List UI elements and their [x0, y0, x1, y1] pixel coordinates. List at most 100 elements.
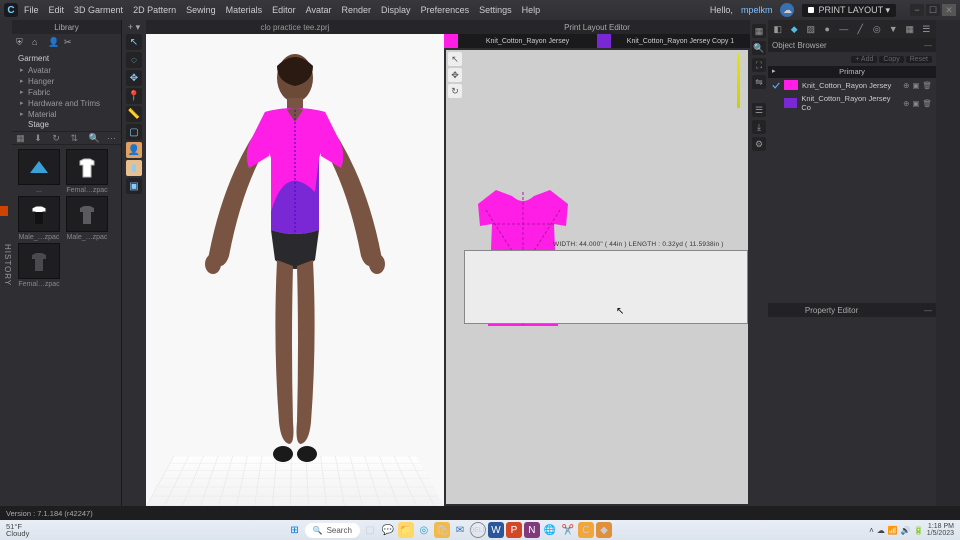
menu-edit[interactable]: Edit	[49, 5, 65, 15]
word-icon[interactable]: W	[488, 522, 504, 538]
menu-file[interactable]: File	[24, 5, 39, 15]
clo-icon[interactable]: C	[578, 522, 594, 538]
task-view-icon[interactable]: ▢	[362, 522, 378, 538]
tree-avatar[interactable]: Avatar	[18, 65, 115, 76]
store-icon[interactable]: 🛍	[434, 522, 450, 538]
mannequin-tool-icon[interactable]: 👤	[126, 142, 142, 158]
tray-battery-icon[interactable]: 🔋	[914, 526, 924, 535]
menu-settings[interactable]: Settings	[479, 5, 512, 15]
print-zoom-icon[interactable]: 🔍	[752, 41, 766, 55]
check-icon[interactable]	[772, 81, 780, 89]
thumb-male-tee-bw[interactable]: Male_…zpac	[16, 196, 62, 241]
tray-chevron-icon[interactable]: ˄	[869, 526, 874, 535]
menu-materials[interactable]: Materials	[226, 5, 263, 15]
history-sidebar[interactable]: HISTORY	[0, 20, 12, 506]
start-button[interactable]: ⊞	[287, 522, 303, 538]
print-rotate-icon[interactable]: ↻	[448, 84, 462, 98]
copy-button[interactable]: Copy	[879, 56, 903, 63]
property-editor-header[interactable]: Property Editor—	[768, 303, 936, 317]
menu-help[interactable]: Help	[522, 5, 541, 15]
download-icon[interactable]: ⬇	[34, 133, 44, 143]
print-flip-icon[interactable]: ⇋	[752, 75, 766, 89]
move-tool-icon[interactable]: ✥	[126, 70, 142, 86]
mode-fabric-icon[interactable]: ◆	[789, 23, 801, 35]
taskbar-clock[interactable]: 1:18 PM1/5/2023	[927, 523, 954, 537]
mode-sphere-icon[interactable]: ●	[822, 23, 834, 35]
menu-render[interactable]: Render	[342, 5, 372, 15]
mode-line-icon[interactable]: —	[838, 23, 850, 35]
menu-avatar[interactable]: Avatar	[306, 5, 332, 15]
fabric-row-1[interactable]: Knit_Cotton_Rayon Jersey ⊕▣🗑	[768, 78, 936, 92]
onenote-icon[interactable]: N	[524, 522, 540, 538]
avatar-icon[interactable]: 👤	[48, 37, 58, 47]
mode-stitch-icon[interactable]: ╱	[855, 23, 867, 35]
tray-wifi-icon[interactable]: 📶	[888, 526, 898, 535]
cloth-tool-icon[interactable]: ▢	[126, 124, 142, 140]
menu-display[interactable]: Display	[381, 5, 411, 15]
menu-preferences[interactable]: Preferences	[421, 5, 470, 15]
menu-3dgarment[interactable]: 3D Garment	[74, 5, 123, 15]
library-tab[interactable]: Library	[12, 20, 121, 34]
app-icon[interactable]: ◆	[596, 522, 612, 538]
system-tray[interactable]: ˄ ☁ 📶 🔊 🔋 1:18 PM1/5/2023	[869, 523, 954, 537]
mode-cube-icon[interactable]: ◧	[772, 23, 784, 35]
taskbar-weather[interactable]: 51°FCloudy	[6, 523, 29, 538]
reset-button[interactable]: Reset	[906, 56, 932, 63]
row-info-icon[interactable]: ▣	[912, 99, 919, 108]
swatch-1-label[interactable]: Knit_Cotton_Rayon Jersey	[458, 38, 597, 45]
print-export-icon[interactable]: ⤓	[752, 120, 766, 134]
camera-tool-icon[interactable]: ▣	[126, 178, 142, 194]
tree-stage[interactable]: Stage	[18, 120, 115, 129]
row-add-icon[interactable]: ⊕	[903, 81, 909, 90]
chrome-icon[interactable]: 🌐	[542, 522, 558, 538]
dell-icon[interactable]: DELL	[470, 522, 486, 538]
print-grid-icon[interactable]: ▦	[752, 24, 766, 38]
layout-mode-dropdown[interactable]: PRINT LAYOUT ▾	[802, 4, 896, 17]
thumb-male-tee-grey[interactable]: Male_…zpac	[64, 196, 110, 241]
thumb-female-tee-grey[interactable]: Femal…zpac	[16, 243, 62, 288]
tree-hardware[interactable]: Hardware and Trims	[18, 98, 115, 109]
search-icon[interactable]: 🔍	[89, 133, 99, 143]
user-name[interactable]: mpelkm	[741, 5, 773, 15]
mode-button-icon[interactable]: ◎	[871, 23, 883, 35]
window-minimize[interactable]: −	[910, 4, 924, 16]
tray-cloud-icon[interactable]: ☁	[877, 526, 885, 535]
refresh-icon[interactable]: ↻	[52, 133, 62, 143]
window-close[interactable]: ✕	[942, 4, 956, 16]
thumb-female-tee[interactable]: Femal…zpac	[64, 149, 110, 194]
print-layer-icon[interactable]: ☰	[752, 103, 766, 117]
collapse-icon[interactable]: —	[924, 306, 932, 315]
mail-icon[interactable]: ✉	[452, 522, 468, 538]
swatch-1[interactable]	[444, 34, 458, 48]
lasso-tool-icon[interactable]: ◌	[126, 52, 142, 68]
skin-tool-icon[interactable]: ▮	[126, 160, 142, 176]
grid-view-icon[interactable]: ▦	[16, 133, 26, 143]
row-del-icon[interactable]: 🗑	[922, 99, 932, 108]
primary-section[interactable]: Primary	[768, 66, 936, 78]
tree-fabric[interactable]: Fabric	[18, 87, 115, 98]
menu-editor[interactable]: Editor	[272, 5, 296, 15]
row-info-icon[interactable]: ▣	[912, 81, 919, 90]
select-tool-icon[interactable]: ↖	[126, 34, 142, 50]
house-icon[interactable]: ⌂	[32, 37, 42, 47]
sort-icon[interactable]: ⇅	[71, 133, 81, 143]
print-select-icon[interactable]: ↖	[448, 52, 462, 66]
explorer-icon[interactable]: 📁	[398, 522, 414, 538]
powerpoint-icon[interactable]: P	[506, 522, 522, 538]
app-logo[interactable]: C	[4, 3, 18, 17]
menu-sewing[interactable]: Sewing	[186, 5, 216, 15]
pin-tool-icon[interactable]: 📍	[126, 88, 142, 104]
more-icon[interactable]: ⋯	[107, 133, 117, 143]
object-browser-header[interactable]: Object Browser—	[768, 38, 936, 52]
print-settings-icon[interactable]: ⚙	[752, 137, 766, 151]
add-button[interactable]: + Add	[851, 56, 877, 63]
scene-header[interactable]: Garment	[18, 54, 115, 63]
mode-colorway-icon[interactable]: ▦	[904, 23, 916, 35]
print-canvas[interactable]: ↖ ✥ ↻ WIDTH: 44.000" ( 44in ) LENGTH : 0…	[446, 50, 748, 504]
chat-icon[interactable]: 💬	[380, 522, 396, 538]
print-move-icon[interactable]: ✥	[448, 68, 462, 82]
row-del-icon[interactable]: 🗑	[922, 81, 932, 90]
print-fit-icon[interactable]: ⛶	[752, 58, 766, 72]
fabric-row-2[interactable]: Knit_Cotton_Rayon Jersey Co ⊕▣🗑	[768, 92, 936, 114]
measure-tool-icon[interactable]: 📏	[126, 106, 142, 122]
